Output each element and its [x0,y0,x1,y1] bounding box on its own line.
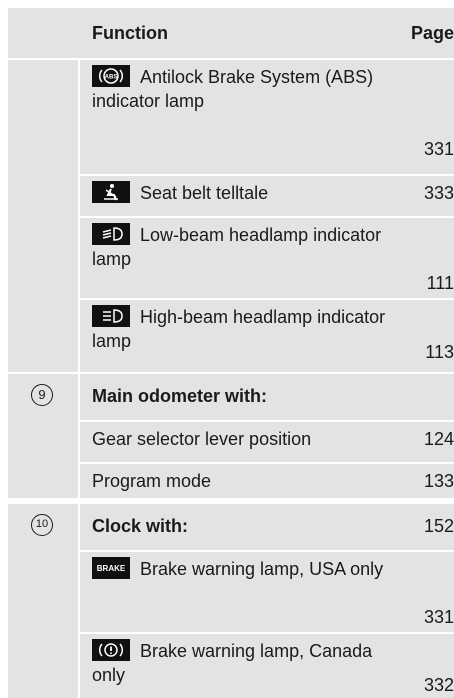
row-divider [80,216,454,218]
list-item-text: Seat belt telltale [140,183,269,203]
high-beam-icon [92,305,130,328]
abs-icon: ABS [92,65,130,88]
list-item: High-beam headlamp indicator lamp [92,305,392,353]
page-number: 152 [423,516,454,536]
list-item-text: High-beam headlamp indicator lamp [92,307,386,352]
list-item-text: Brake warning lamp, Canada only [92,641,373,686]
svg-text:BRAKE: BRAKE [97,564,126,573]
callout-number: 9 [31,384,53,406]
list-item: Program mode [92,471,212,491]
page-number: 124 [423,429,454,449]
brake-text-icon: BRAKE [92,557,130,580]
list-item: BRAKE Brake warning lamp, USA only [92,557,392,581]
left-column-cell [8,60,78,404]
row-divider [80,462,454,464]
page-number: 111 [426,273,454,293]
svg-text:ABS: ABS [105,75,118,81]
low-beam-icon [92,223,130,246]
seat-belt-icon [92,181,130,204]
page-header: Page [410,23,454,43]
list-item-text: Antilock Brake System (ABS) indicator la… [92,67,374,112]
page-number: 133 [423,471,454,491]
row-divider [80,298,454,300]
row-divider [80,550,454,552]
section-title: Clock with: [92,516,189,536]
list-item: Gear selector lever position [92,429,312,449]
brake-circle-icon [92,639,130,662]
list-item: Low-beam headlamp indicator lamp [92,223,392,271]
list-item: Brake warning lamp, Canada only [92,639,392,687]
row-divider [80,632,454,634]
callout-number: 10 [31,514,53,536]
page-number: 331 [423,607,454,627]
list-item-text: Low-beam headlamp indicator lamp [92,225,382,270]
section-title: Main odometer with: [92,386,267,406]
row-divider [80,174,454,176]
page-number: 333 [423,183,454,203]
list-item-text: Brake warning lamp, USA only [140,559,384,579]
function-table: Function Page ABS Antilock Brake System … [8,8,454,698]
page-number: 332 [423,675,454,695]
list-item: ABS Antilock Brake System (ABS) indicato… [92,65,392,113]
row-divider [80,420,454,422]
list-item: Seat belt telltale [92,181,392,205]
page-number: 331 [423,139,454,159]
table-header: Function Page [8,8,454,59]
function-header: Function [92,23,168,43]
page-number: 113 [425,342,454,362]
